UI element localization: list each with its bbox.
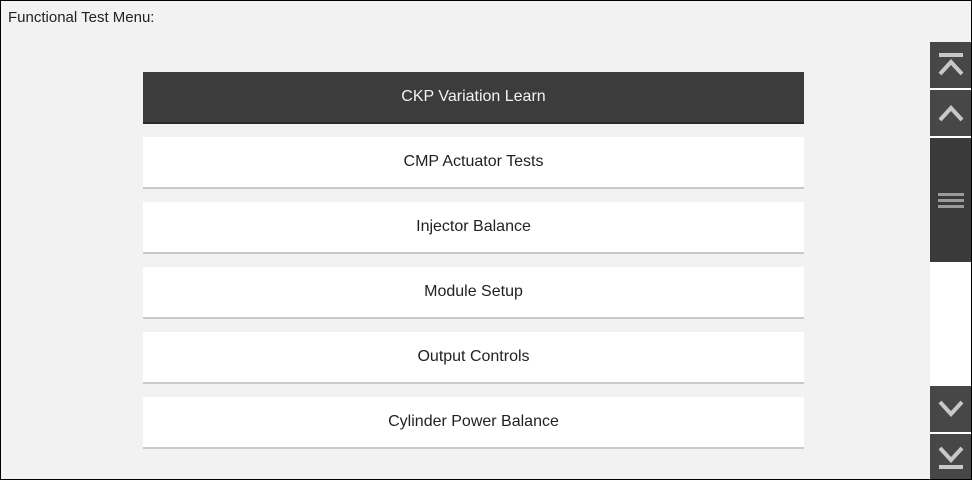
functional-test-screen: Functional Test Menu: CKP Variation Lear… <box>0 0 972 480</box>
menu-item-label: CMP Actuator Tests <box>403 153 544 170</box>
scroll-to-bottom-button[interactable] <box>930 434 971 479</box>
functional-test-menu: CKP Variation Learn CMP Actuator Tests I… <box>143 72 804 462</box>
scroll-to-top-button[interactable] <box>930 42 971 88</box>
menu-item-ckp-variation-learn[interactable]: CKP Variation Learn <box>143 72 804 124</box>
scroll-grip-icon <box>936 190 966 210</box>
page-title: Functional Test Menu: <box>8 9 155 26</box>
menu-item-module-setup[interactable]: Module Setup <box>143 267 804 319</box>
menu-item-label: CKP Variation Learn <box>401 88 546 105</box>
menu-item-injector-balance[interactable]: Injector Balance <box>143 202 804 254</box>
menu-item-label: Output Controls <box>417 348 530 365</box>
menu-item-label: Module Setup <box>424 283 523 300</box>
menu-item-label: Injector Balance <box>416 218 531 235</box>
menu-item-label: Cylinder Power Balance <box>388 413 559 430</box>
vertical-scrollbar[interactable] <box>930 42 971 479</box>
chevron-up-icon <box>936 98 966 128</box>
scroll-up-button[interactable] <box>930 90 971 136</box>
scroll-down-button[interactable] <box>930 386 971 432</box>
menu-item-cylinder-power-balance[interactable]: Cylinder Power Balance <box>143 397 804 449</box>
menu-item-cmp-actuator-tests[interactable]: CMP Actuator Tests <box>143 137 804 189</box>
menu-item-output-controls[interactable]: Output Controls <box>143 332 804 384</box>
scroll-to-top-icon <box>936 50 966 80</box>
scroll-to-bottom-icon <box>936 442 966 472</box>
scrollbar-thumb[interactable] <box>930 138 971 262</box>
chevron-down-icon <box>936 394 966 424</box>
